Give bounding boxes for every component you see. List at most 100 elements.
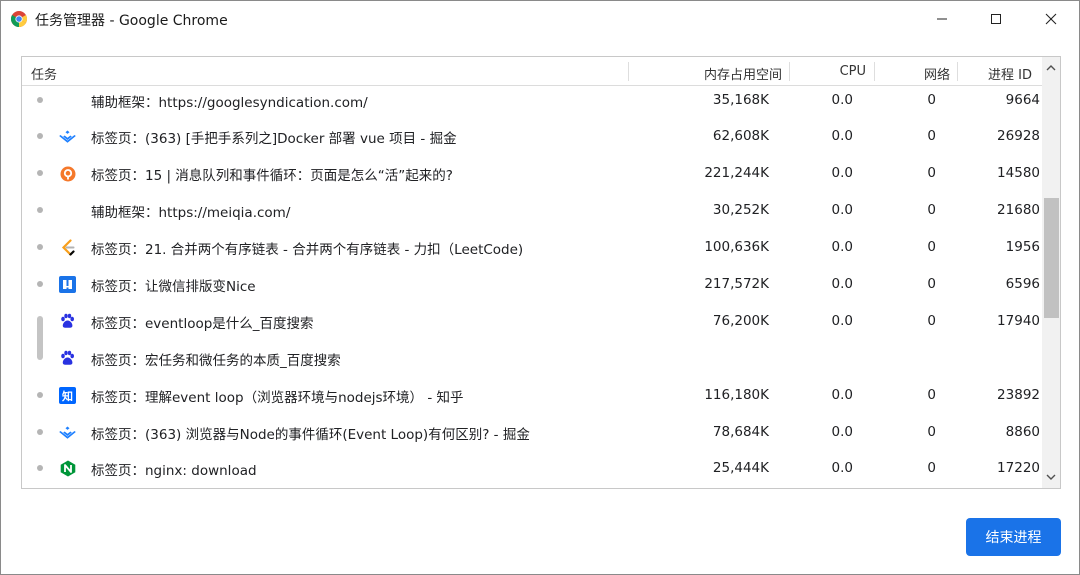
column-divider[interactable] xyxy=(874,62,875,81)
table-row[interactable]: 标签页：21. 合并两个有序链表 - 合并两个有序链表 - 力扣（LeetCod… xyxy=(22,229,1042,266)
task-name: 标签页：21. 合并两个有序链表 - 合并两个有序链表 - 力扣（LeetCod… xyxy=(91,242,524,258)
task-name: 标签页：eventloop是什么_百度搜索 xyxy=(91,316,314,332)
memory-value: 35,168K xyxy=(712,92,769,108)
table-row[interactable]: 标签页：eventloop是什么_百度搜索 76,200K 0.0 0 1794… xyxy=(22,303,1042,340)
pid-value: 17220 xyxy=(997,460,1040,476)
network-value: 0 xyxy=(927,424,936,440)
process-dot-icon xyxy=(37,429,43,435)
pid-value: 14580 xyxy=(997,165,1040,181)
window-title: 任务管理器 - Google Chrome xyxy=(35,13,228,29)
memory-value: 30,252K xyxy=(712,202,769,218)
task-name: 标签页：(363) [手把手系列之]Docker 部署 vue 项目 - 掘金 xyxy=(91,131,457,147)
network-value: 0 xyxy=(927,239,936,255)
memory-value: 116,180K xyxy=(704,387,769,403)
memory-value: 78,684K xyxy=(712,424,769,440)
close-button[interactable] xyxy=(1028,1,1074,37)
pid-value: 9664 xyxy=(1005,92,1040,108)
task-manager-window: 任务管理器 - Google Chrome 任务 内存占用空间 CPU 网络 进… xyxy=(0,0,1080,575)
scroll-down-button[interactable] xyxy=(1042,466,1060,488)
cpu-value: 0.0 xyxy=(831,202,853,218)
task-name: 标签页：nginx: download xyxy=(91,463,257,479)
column-divider[interactable] xyxy=(957,62,958,81)
process-dot-icon xyxy=(37,281,43,287)
pid-value: 6596 xyxy=(1005,276,1040,292)
table-row[interactable]: 标签页：(363) [手把手系列之]Docker 部署 vue 项目 - 掘金 … xyxy=(22,118,1042,155)
process-dot-icon xyxy=(37,97,43,103)
network-value: 0 xyxy=(927,92,936,108)
task-name: 标签页：理解event loop（浏览器环境与nodejs环境） - 知乎 xyxy=(91,390,464,406)
task-name: 辅助框架：https://meiqia.com/ xyxy=(91,205,291,221)
column-divider[interactable] xyxy=(628,62,629,81)
process-dot-icon xyxy=(37,465,43,471)
geekbang-icon xyxy=(59,165,76,182)
task-name: 标签页：让微信排版变Nice xyxy=(91,279,256,295)
mdnice-icon xyxy=(59,276,76,293)
column-header-cpu[interactable]: CPU xyxy=(840,64,866,79)
table-row[interactable]: 辅助框架：https://googlesyndication.com/ 35,1… xyxy=(22,82,1042,119)
cpu-value: 0.0 xyxy=(831,276,853,292)
maximize-icon xyxy=(991,14,1001,24)
task-name: 辅助框架：https://googlesyndication.com/ xyxy=(91,95,368,111)
table-row[interactable]: 辅助框架：https://meiqia.com/ 30,252K 0.0 0 2… xyxy=(22,192,1042,229)
pid-value: 21680 xyxy=(997,202,1040,218)
task-table[interactable]: 任务 内存占用空间 CPU 网络 进程 ID 辅助框架：https://goog… xyxy=(21,56,1061,489)
memory-value: 62,608K xyxy=(712,128,769,144)
juejin-icon xyxy=(59,424,76,441)
cpu-value: 0.0 xyxy=(831,387,853,403)
task-name: 标签页：15 | 消息队列和事件循环：页面是怎么“活”起来的? xyxy=(91,168,453,184)
pid-value: 23892 xyxy=(997,387,1040,403)
minimize-button[interactable] xyxy=(919,1,965,37)
close-icon xyxy=(1045,13,1057,25)
column-header-network[interactable]: 网络 xyxy=(924,64,950,83)
table-row[interactable]: 标签页：nginx: download 25,444K 0.0 0 17220 xyxy=(22,450,1042,487)
zhihu-icon: 知 xyxy=(59,387,76,404)
end-process-button[interactable]: 结束进程 xyxy=(966,518,1061,556)
pid-value: 26928 xyxy=(997,128,1040,144)
pid-value: 1956 xyxy=(1005,239,1040,255)
column-divider[interactable] xyxy=(789,62,790,81)
process-dot-icon xyxy=(37,244,43,250)
task-name: 标签页：宏任务和微任务的本质_百度搜索 xyxy=(91,353,341,369)
juejin-icon xyxy=(59,128,76,145)
process-dot-icon xyxy=(37,207,43,213)
table-row[interactable]: 标签页：(363) 浏览器与Node的事件循环(Event Loop)有何区别?… xyxy=(22,414,1042,451)
table-row[interactable]: 标签页：宏任务和微任务的本质_百度搜索 xyxy=(22,340,1042,377)
nginx-icon xyxy=(59,460,76,477)
memory-value: 76,200K xyxy=(712,313,769,329)
network-value: 0 xyxy=(927,202,936,218)
network-value: 0 xyxy=(927,128,936,144)
cpu-value: 0.0 xyxy=(831,313,853,329)
memory-value: 25,444K xyxy=(712,460,769,476)
cpu-value: 0.0 xyxy=(831,92,853,108)
process-dot-icon xyxy=(37,133,43,139)
memory-value: 221,244K xyxy=(704,165,769,181)
table-row[interactable]: 标签页：让微信排版变Nice 217,572K 0.0 0 6596 xyxy=(22,266,1042,303)
column-header-memory[interactable]: 内存占用空间 xyxy=(704,64,782,83)
maximize-button[interactable] xyxy=(973,1,1019,37)
cpu-value: 0.0 xyxy=(831,239,853,255)
cpu-value: 0.0 xyxy=(831,128,853,144)
chevron-up-icon xyxy=(1046,65,1056,71)
task-name: 标签页：(363) 浏览器与Node的事件循环(Event Loop)有何区别?… xyxy=(91,427,530,443)
pid-value: 8860 xyxy=(1005,424,1040,440)
scroll-up-button[interactable] xyxy=(1042,57,1060,79)
table-row[interactable]: 标签页：15 | 消息队列和事件循环：页面是怎么“活”起来的? 221,244K… xyxy=(22,155,1042,192)
pid-value: 17940 xyxy=(997,313,1040,329)
vertical-scrollbar[interactable] xyxy=(1042,57,1060,488)
cpu-value: 0.0 xyxy=(831,460,853,476)
baidu-paw-icon xyxy=(59,350,76,367)
network-value: 0 xyxy=(927,387,936,403)
memory-value: 100,636K xyxy=(704,239,769,255)
network-value: 0 xyxy=(927,313,936,329)
network-value: 0 xyxy=(927,276,936,292)
column-header-pid[interactable]: 进程 ID xyxy=(988,64,1032,83)
minimize-icon xyxy=(937,18,947,20)
table-row[interactable]: 知 标签页：理解event loop（浏览器环境与nodejs环境） - 知乎 … xyxy=(22,377,1042,414)
scroll-thumb[interactable] xyxy=(1044,198,1059,318)
process-dot-icon xyxy=(37,392,43,398)
column-header-task[interactable]: 任务 xyxy=(31,64,57,83)
title-bar[interactable]: 任务管理器 - Google Chrome xyxy=(1,1,1079,37)
svg-text:知: 知 xyxy=(61,389,73,403)
leetcode-icon xyxy=(59,239,76,256)
chevron-down-icon xyxy=(1046,474,1056,480)
